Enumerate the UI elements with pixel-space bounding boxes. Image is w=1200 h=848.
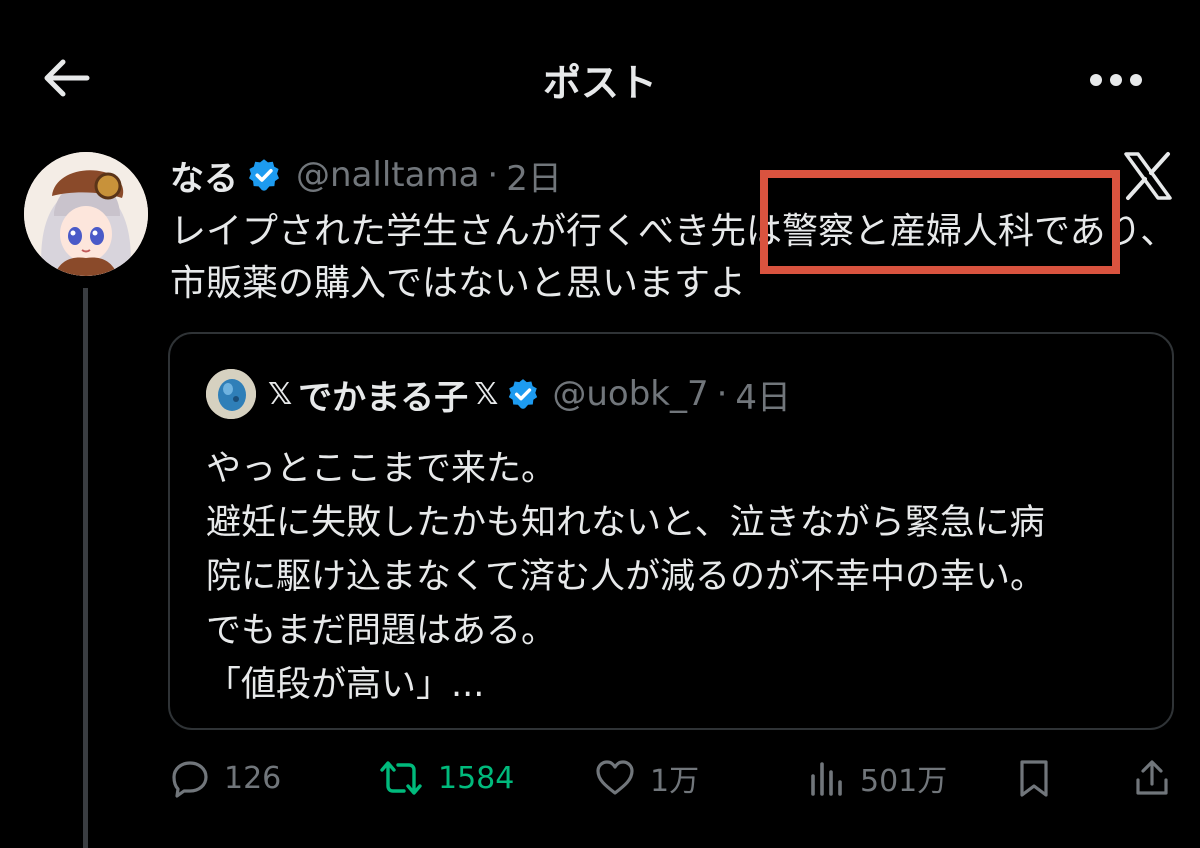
reply-icon (172, 761, 208, 798)
quoted-display-name[interactable]: でかまる子 (298, 370, 468, 419)
more-horizontal-icon (1090, 74, 1142, 86)
quoted-post-text: やっとここまで来た。 避妊に失敗したかも知れないと、泣きながら緊急に病 院に駆け… (206, 442, 1156, 712)
bar-chart-icon (811, 762, 842, 796)
separator-dot: · (487, 155, 499, 195)
quoted-avatar[interactable] (206, 369, 256, 419)
like-count: 1万 (650, 764, 700, 799)
share-button[interactable] (1132, 748, 1186, 808)
bookmark-icon (1020, 760, 1048, 797)
quoted-timestamp[interactable]: 4日 (735, 370, 791, 419)
verified-badge-icon[interactable] (506, 377, 540, 411)
verified-badge-icon[interactable] (246, 157, 282, 193)
action-bar: 126 1584 1万 501万 (170, 748, 1180, 808)
quoted-text-line: やっとここまで来た。 (206, 449, 557, 489)
x-suffix-glyph: 𝕏 (474, 376, 499, 412)
reply-count: 126 (224, 760, 282, 796)
thread-line (83, 288, 88, 848)
quoted-text-line: 「値段が高い」... (206, 665, 485, 705)
x-logo-icon[interactable] (1122, 150, 1174, 202)
x-prefix-glyph: 𝕏 (268, 376, 293, 412)
top-bar: ポスト (0, 0, 1200, 150)
like-button[interactable]: 1万 (594, 748, 699, 808)
views-button[interactable]: 501万 (806, 748, 947, 808)
avatar[interactable] (24, 152, 148, 276)
share-icon (1136, 760, 1168, 795)
reply-button[interactable]: 126 (170, 748, 281, 808)
post-header: なる @nalltama · 2日 (170, 150, 562, 200)
timestamp[interactable]: 2日 (506, 151, 562, 200)
quoted-text-line: 院に駆け込まなくて済む人が減るのが不幸中の幸い。 (206, 557, 1045, 597)
separator-dot: · (716, 374, 728, 414)
anime-girl-avatar-icon (24, 152, 148, 276)
quoted-post-header: 𝕏 でかまる子 𝕏 @uobk_7 · 4日 (206, 368, 791, 420)
more-button[interactable] (1088, 62, 1144, 98)
retweet-button[interactable]: 1584 (378, 748, 514, 808)
quoted-text-line: でもまだ問題はある。 (206, 611, 557, 651)
view-count: 501万 (860, 764, 948, 799)
display-name[interactable]: なる (170, 151, 238, 200)
heart-icon (596, 760, 634, 795)
page-title: ポスト (542, 61, 657, 105)
bookmark-button[interactable] (1016, 748, 1066, 808)
quoted-text-line: 避妊に失敗したかも知れないと、泣きながら緊急に病 (206, 503, 1045, 543)
handle[interactable]: @nalltama (296, 155, 479, 195)
retweet-icon (380, 761, 422, 795)
retweet-count: 1584 (438, 760, 515, 796)
quoted-post-card[interactable]: 𝕏 でかまる子 𝕏 @uobk_7 · 4日 やっとここまで来た。 避妊に失敗し… (168, 332, 1174, 730)
quoted-handle[interactable]: @uobk_7 (552, 374, 708, 414)
quoted-avatar-icon (206, 369, 256, 419)
highlight-annotation-box (760, 170, 1120, 274)
